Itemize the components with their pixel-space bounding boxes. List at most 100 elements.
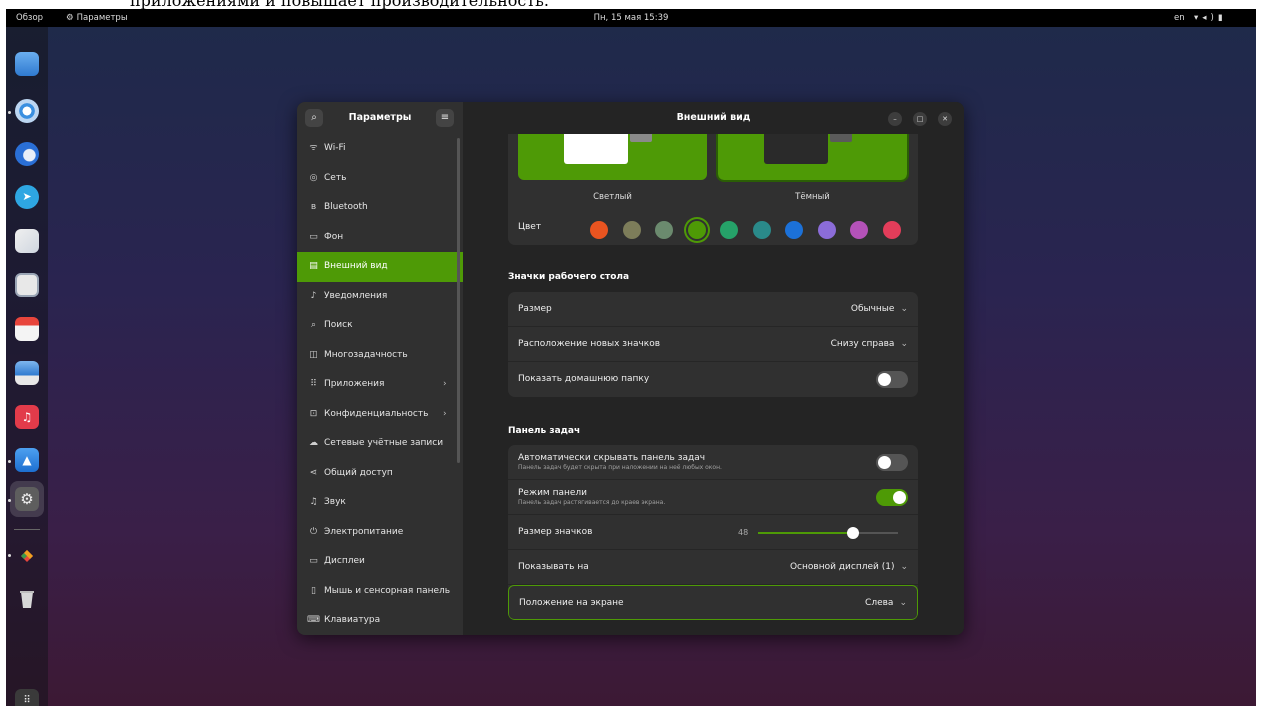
new-icons-position-value: Снизу справа (830, 339, 895, 349)
icon-size-row[interactable]: Размер Обычные ⌄ (508, 292, 918, 327)
sidebar-item-keyboard[interactable]: ⌨ Клавиатура (297, 606, 463, 635)
show-home-toggle[interactable] (876, 371, 908, 388)
multitasking-icon: ◫ (309, 349, 318, 360)
running-indicator (8, 554, 11, 557)
color-swatch[interactable] (655, 221, 673, 239)
color-swatch[interactable] (850, 221, 868, 239)
files-icon[interactable] (15, 52, 39, 76)
show-home-row[interactable]: Показать домашнюю папку (508, 362, 918, 397)
style-light-label: Светлый (593, 192, 632, 202)
trash-icon[interactable] (15, 587, 39, 611)
system-tray[interactable]: ▾◂)▮ (1194, 9, 1227, 27)
screen-position-dropdown[interactable]: Слева ⌄ (865, 586, 907, 620)
anydesk-icon[interactable] (15, 544, 39, 568)
style-dark-preview[interactable] (716, 134, 909, 182)
color-swatch[interactable] (882, 221, 901, 239)
sidebar-item-notifications[interactable]: ♪ Уведомления (297, 282, 463, 312)
image-viewer-icon[interactable] (15, 361, 39, 385)
color-swatch[interactable] (590, 221, 608, 239)
app-grid-icon[interactable]: ⠿ (15, 689, 39, 706)
keyboard-layout[interactable]: en (1174, 9, 1185, 27)
sidebar-item-online-accounts[interactable]: ☁ Сетевые учётные записи (297, 429, 463, 459)
new-icons-position-label: Расположение новых значков (518, 339, 661, 349)
settings-icon[interactable]: ⚙ (15, 487, 39, 511)
icon-size-dropdown[interactable]: Обычные ⌄ (851, 292, 908, 327)
dock-icon-size-row: Размер значков 48 (508, 515, 918, 550)
chevron-right-icon: › (443, 379, 447, 389)
sidebar-scrollbar[interactable] (457, 138, 460, 463)
sidebar-title: Параметры (348, 112, 412, 123)
new-icons-position-row[interactable]: Расположение новых значков Снизу справа ⌄ (508, 327, 918, 362)
dock-icon-size-label: Размер значков (518, 527, 593, 537)
color-swatch[interactable] (720, 221, 738, 239)
sidebar-item-mouse[interactable]: ▯ Мышь и сенсорная панель (297, 577, 463, 607)
panel-mode-toggle[interactable] (876, 489, 908, 506)
icon-size-value: Обычные (850, 304, 895, 314)
calendar-icon[interactable] (15, 317, 39, 341)
menu-button[interactable]: ≡ (436, 109, 454, 127)
maximize-button[interactable]: □ (913, 112, 927, 126)
new-icons-position-dropdown[interactable]: Снизу справа ⌄ (831, 327, 908, 362)
desktop-icons-section-title: Значки рабочего стола (508, 272, 630, 282)
sidebar-item-bluetooth[interactable]: ʙ Bluetooth (297, 193, 463, 223)
sidebar-item-label: Приложения (324, 379, 385, 389)
color-swatch[interactable] (622, 221, 641, 239)
screen-position-row[interactable]: Положение на экране Слева ⌄ (508, 585, 918, 620)
sidebar-item-label: Электропитание (324, 526, 404, 537)
software-icon[interactable]: ▲ (15, 448, 39, 472)
sidebar-item-label: Внешний вид (324, 261, 388, 271)
chevron-down-icon: ⌄ (900, 562, 908, 572)
bluetooth-icon: ʙ (310, 202, 317, 212)
sidebar-item-background[interactable]: ▭ Фон (297, 223, 463, 253)
slider-thumb[interactable] (847, 527, 860, 539)
minimize-button[interactable]: – (888, 112, 902, 126)
bell-icon: ♪ (310, 290, 317, 301)
sidebar-item-sound[interactable]: ♫ Звук (297, 488, 463, 518)
dock-icon-size-slider[interactable] (758, 527, 898, 539)
show-on-row[interactable]: Показывать на Основной дисплей (1) ⌄ (508, 550, 918, 585)
autohide-row[interactable]: Автоматически скрывать панель задач Пане… (508, 445, 918, 480)
sidebar-item-privacy[interactable]: ⊡ Конфиденциальность › (297, 400, 463, 430)
sidebar-item-label: Фон (324, 231, 344, 242)
close-button[interactable]: ✕ (938, 112, 952, 126)
text-editor-icon[interactable] (15, 273, 39, 297)
sidebar-item-multitasking[interactable]: ◫ Многозадачность (297, 341, 463, 371)
music-note-icon: ♫ (309, 497, 318, 507)
autohide-toggle[interactable] (876, 454, 908, 471)
sidebar-item-wifi[interactable]: ᯤ Wi-Fi (297, 134, 463, 164)
style-light-preview[interactable] (518, 134, 707, 180)
sidebar: ⌕ Параметры ≡ ᯤ Wi-Fi ◎ Сеть ʙ Bluetooth ▭ Ф… (297, 102, 463, 635)
sidebar-item-appearance[interactable]: ▤ Внешний вид (297, 252, 463, 282)
sidebar-item-displays[interactable]: ▭ Дисплеи (297, 547, 463, 577)
color-swatch[interactable] (817, 221, 836, 239)
app-icon[interactable] (15, 229, 39, 253)
telegram-icon[interactable]: ➤ (15, 185, 39, 209)
sidebar-item-label: Многозадачность (324, 349, 408, 360)
search-button[interactable]: ⌕ (305, 109, 323, 127)
color-swatch[interactable] (785, 221, 803, 239)
sidebar-list: ᯤ Wi-Fi ◎ Сеть ʙ Bluetooth ▭ Фон ▤ Внешний ви… (297, 134, 463, 635)
color-swatch[interactable] (752, 221, 771, 239)
sidebar-item-sharing[interactable]: ⋖ Общий доступ (297, 459, 463, 489)
sidebar-item-label: Конфиденциальность (324, 408, 429, 419)
color-swatch[interactable] (687, 221, 706, 239)
show-on-dropdown[interactable]: Основной дисплей (1) ⌄ (790, 550, 908, 585)
sidebar-item-power[interactable]: ⏻ Электропитание (297, 518, 463, 548)
mouse-icon: ▯ (311, 585, 316, 596)
sidebar-item-label: Поиск (324, 320, 353, 330)
sidebar-item-network[interactable]: ◎ Сеть (297, 164, 463, 194)
panel-mode-label: Режим панели (518, 488, 587, 498)
sidebar-item-label: Сеть (324, 172, 347, 183)
running-indicator (8, 111, 11, 114)
sidebar-item-search[interactable]: ⌕ Поиск (297, 311, 463, 341)
maximize-icon: □ (916, 115, 924, 123)
volume-icon: ◂) (1202, 13, 1218, 23)
autohide-label: Автоматически скрывать панель задач (518, 453, 706, 463)
music-icon[interactable]: ♫ (15, 405, 39, 429)
chromium-icon[interactable] (15, 99, 39, 123)
cloud-icon: ☁ (309, 438, 318, 448)
thunderbird-icon[interactable] (15, 142, 39, 166)
sidebar-item-apps[interactable]: ⠿ Приложения › (297, 370, 463, 400)
panel-mode-row[interactable]: Режим панели Панель задач растягивается … (508, 480, 918, 515)
clock[interactable]: Пн, 15 мая 15:39 (6, 9, 1256, 27)
